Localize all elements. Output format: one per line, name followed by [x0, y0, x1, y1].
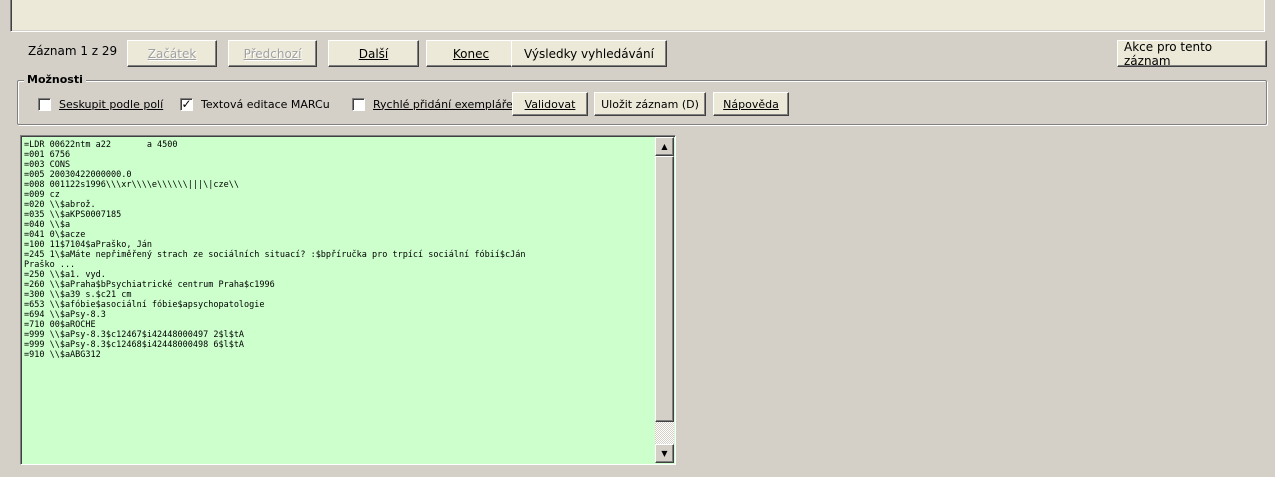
text-marc-option[interactable]: ✓ Textová editace MARCu	[180, 94, 330, 114]
search-results-button[interactable]: Výsledky vyhledávání	[511, 40, 667, 67]
save-record-button[interactable]: Uložit záznam (D)	[594, 92, 706, 116]
marc-line: Praško ...	[24, 260, 76, 270]
marc-line: =LDR 00622ntm a22 a 4500	[24, 140, 178, 150]
previous-record-button[interactable]: Předchozí	[228, 40, 317, 67]
marc-line: =694 \\$aPsy-8.3	[24, 310, 106, 320]
marc-editor-frame: =LDR 00622ntm a22 a 4500 =001 6756 =003 CO…	[20, 135, 676, 465]
options-legend: Možnosti	[24, 73, 86, 86]
marc-line: =653 \\$afóbie$asociální fóbie$apsychopa…	[24, 300, 265, 310]
marc-line: =035 \\$aKPS0007185	[24, 210, 122, 220]
marc-line: =300 \\$a39 s.$c21 cm	[24, 290, 132, 300]
marc-line: =100 11$7104$aPraško, Ján	[24, 240, 152, 250]
quick-add-checkbox[interactable]	[352, 97, 365, 111]
scroll-thumb[interactable]	[655, 156, 674, 422]
marc-line: =009 cz	[24, 190, 60, 200]
text-marc-label: Textová editace MARCu	[201, 97, 330, 111]
help-button[interactable]: Nápověda	[713, 92, 789, 116]
quick-add-option[interactable]: Rychlé přidání exempláře	[352, 94, 513, 114]
first-record-button[interactable]: Začátek	[127, 40, 217, 67]
scroll-up-icon[interactable]: ▲	[655, 137, 674, 156]
marc-line: =245 1\$aMáte nepřiměřený strach ze soci…	[24, 250, 526, 260]
next-record-button[interactable]: Další	[328, 40, 419, 67]
group-by-fields-option[interactable]: Seskupit podle polí	[38, 94, 163, 114]
group-by-fields-checkbox[interactable]	[38, 97, 51, 111]
marc-line: =999 \\$aPsy-8.3$c12467$i42448000497 2$l…	[24, 330, 245, 340]
group-by-fields-label: Seskupit podle polí	[59, 97, 164, 111]
marc-line: =910 \\$aABG312	[24, 350, 101, 360]
marc-line: =040 \\$a	[24, 220, 71, 230]
record-actions-button[interactable]: Akce pro tento záznam	[1117, 40, 1267, 68]
last-record-button[interactable]: Konec	[426, 40, 516, 67]
quick-add-label: Rychlé přidání exempláře	[373, 97, 513, 111]
marc-line: =710 00$aROCHE	[24, 320, 96, 330]
marc-line: =999 \\$aPsy-8.3$c12468$i42448000498 6$l…	[24, 340, 245, 350]
top-panel	[10, 0, 1265, 32]
record-navigation: Záznam 1 z 29 Začátek Předchozí Další Ko…	[17, 40, 1267, 68]
options-group: Možnosti Seskupit podle polí ✓ Textová e…	[17, 73, 1267, 125]
marc-line: =003 CONS	[24, 160, 71, 170]
scroll-down-icon[interactable]: ▼	[655, 444, 674, 463]
marc-line: =041 0\$acze	[24, 230, 86, 240]
text-marc-checkbox[interactable]: ✓	[180, 97, 193, 111]
marc-line: =250 \\$a1. vyd.	[24, 270, 106, 280]
record-counter: Záznam 1 z 29	[28, 44, 118, 58]
marc-line: =020 \\$abrož.	[24, 200, 96, 210]
marc-text-editor[interactable]: =LDR 00622ntm a22 a 4500 =001 6756 =003 CO…	[23, 138, 655, 464]
marc-line: =008 001122s1996\\\xr\\\\e\\\\\\|||\|cze…	[24, 180, 239, 190]
marc-line: =001 6756	[24, 150, 71, 160]
marc-line: =260 \\$aPraha$bPsychiatrické centrum Pr…	[24, 280, 275, 290]
validate-button[interactable]: Validovat	[512, 92, 588, 116]
editor-scrollbar[interactable]: ▲ ▼	[655, 137, 674, 463]
marc-line: =005 20030422000000.0	[24, 170, 132, 180]
